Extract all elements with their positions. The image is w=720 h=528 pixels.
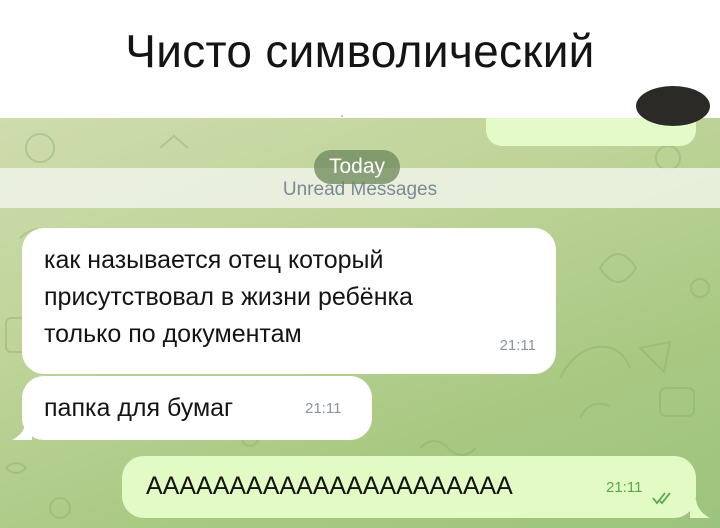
chat-area[interactable]: Unread Messages Today как называется оте… (0, 118, 720, 528)
typing-status-fragment: . (340, 104, 346, 120)
date-divider: Today (314, 150, 400, 184)
outgoing-message[interactable]: АААААААААААААААААААААА 21:11 (122, 456, 696, 518)
date-divider-label: Today (328, 155, 386, 178)
incoming-message[interactable]: папка для бумаг 21:11 (22, 376, 372, 440)
message-line: только по документам (44, 320, 302, 348)
message-time: 21:11 (305, 400, 342, 417)
message-time: 21:11 (606, 479, 643, 496)
bubble-tail-icon (12, 422, 32, 440)
read-checkmarks-icon (652, 492, 671, 505)
message-time: 21:11 (499, 337, 536, 354)
message-line: присутствовал в жизни ребёнка (44, 283, 413, 311)
message-text: АААААААААААААААААААААА (146, 472, 513, 500)
avatar[interactable] (636, 86, 710, 126)
message-text: папка для бумаг (44, 394, 234, 422)
caption-text: Чисто символический (125, 25, 595, 77)
meme-caption: Чисто символический . (0, 0, 720, 126)
message-line: как называется отец который (44, 246, 384, 274)
incoming-message[interactable]: как называется отец который присутствова… (22, 228, 556, 374)
bubble-tail-icon (690, 500, 710, 518)
